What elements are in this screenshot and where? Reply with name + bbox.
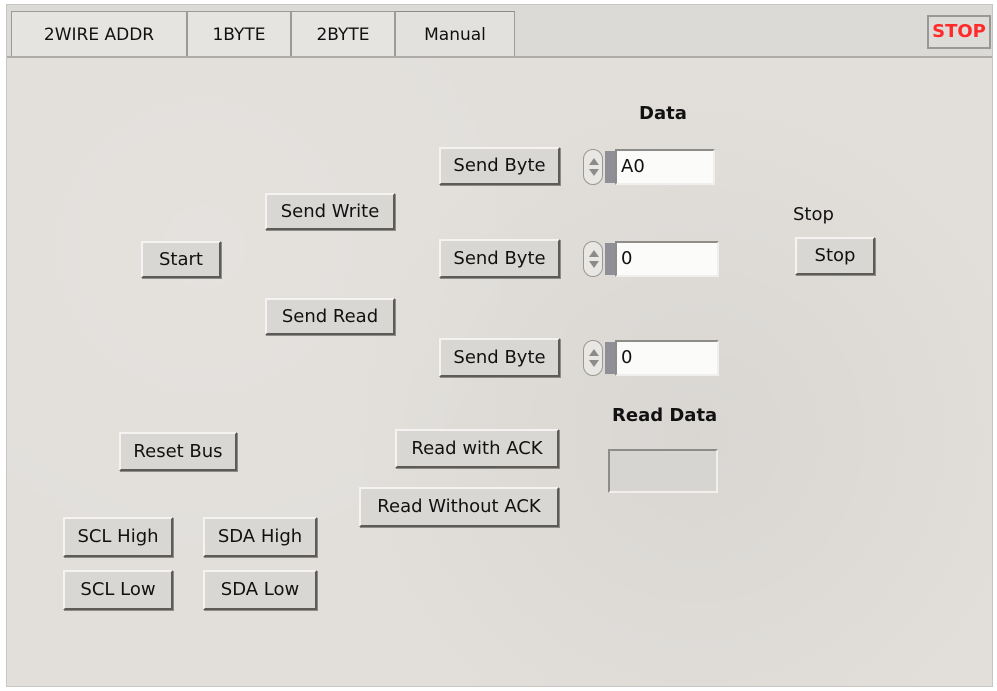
main-window: 2WIRE ADDR 1BYTE 2BYTE Manual STOP Data … — [6, 4, 993, 687]
read-with-ack-button[interactable]: Read with ACK — [395, 429, 559, 468]
tab-2wire-addr[interactable]: 2WIRE ADDR — [11, 11, 187, 57]
tab-2byte[interactable]: 2BYTE — [291, 11, 395, 57]
tab-manual[interactable]: Manual — [395, 11, 515, 61]
data-field-2: 0 — [583, 241, 719, 277]
data-input-1[interactable]: A0 — [615, 149, 715, 185]
reset-bus-button[interactable]: Reset Bus — [119, 432, 237, 471]
radix-indicator-icon[interactable] — [605, 243, 615, 275]
data-input-3[interactable]: 0 — [615, 340, 719, 376]
radix-indicator-icon[interactable] — [605, 342, 615, 374]
sda-low-button[interactable]: SDA Low — [203, 570, 317, 610]
increment-decrement-icon[interactable] — [583, 241, 603, 277]
send-byte-button-1[interactable]: Send Byte — [439, 147, 560, 185]
send-byte-button-3[interactable]: Send Byte — [439, 338, 560, 377]
read-without-ack-button[interactable]: Read Without ACK — [359, 487, 559, 527]
manual-panel: Data Send Byte A0 Send Write Stop Stop S… — [7, 58, 992, 686]
stop-button[interactable]: Stop — [795, 237, 875, 275]
tab-strip: 2WIRE ADDR 1BYTE 2BYTE Manual STOP — [7, 5, 992, 61]
data-field-1: A0 — [583, 149, 715, 185]
read-data-label: Read Data — [612, 405, 718, 426]
increment-decrement-icon[interactable] — [583, 340, 603, 376]
stop-top-button[interactable]: STOP — [927, 15, 991, 49]
data-input-2[interactable]: 0 — [615, 241, 719, 277]
send-write-button[interactable]: Send Write — [265, 193, 395, 230]
data-label: Data — [639, 103, 687, 124]
start-button[interactable]: Start — [141, 241, 221, 278]
read-data-display — [608, 449, 718, 493]
stop-label: Stop — [793, 204, 834, 225]
scl-high-button[interactable]: SCL High — [63, 517, 173, 557]
sda-high-button[interactable]: SDA High — [203, 517, 317, 557]
data-field-3: 0 — [583, 340, 719, 376]
radix-indicator-icon[interactable] — [605, 151, 615, 183]
send-byte-button-2[interactable]: Send Byte — [439, 239, 560, 278]
increment-decrement-icon[interactable] — [583, 149, 603, 185]
tab-1byte[interactable]: 1BYTE — [187, 11, 291, 57]
scl-low-button[interactable]: SCL Low — [63, 570, 173, 610]
send-read-button[interactable]: Send Read — [265, 298, 395, 335]
